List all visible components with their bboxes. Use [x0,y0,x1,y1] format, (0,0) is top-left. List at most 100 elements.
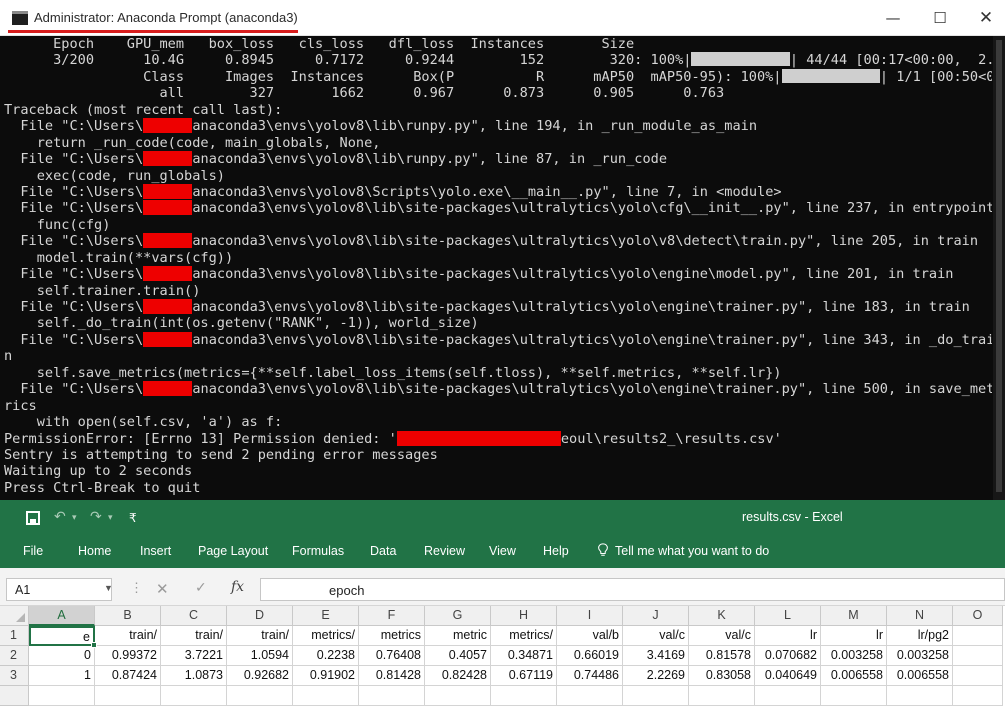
grid-cell[interactable]: metric [425,626,491,646]
column-header[interactable]: O [953,606,1003,626]
grid-cell[interactable]: val/b [557,626,623,646]
tab-review[interactable]: Review [424,544,465,558]
grid-cell[interactable]: 0.66019 [557,646,623,666]
column-header[interactable]: N [887,606,953,626]
enter-icon[interactable]: ✓ [195,580,207,596]
column-header[interactable]: K [689,606,755,626]
grid-cell[interactable]: lr/pg2 [887,626,953,646]
grid-cell[interactable]: lr [821,626,887,646]
row-header[interactable] [0,686,29,706]
save-icon[interactable] [26,511,40,525]
minimize-button[interactable]: — [870,6,916,30]
tab-insert[interactable]: Insert [140,544,171,558]
grid-cell[interactable]: 1 [29,666,95,686]
column-header[interactable]: I [557,606,623,626]
grid-cell[interactable]: lr [755,626,821,646]
chevron-down-icon[interactable]: ▼ [104,583,113,593]
grid-cell[interactable]: 0.81578 [689,646,755,666]
grid-cell[interactable]: 0.2238 [293,646,359,666]
grid-cell[interactable]: 0.99372 [95,646,161,666]
row-header[interactable]: 1 [0,626,29,646]
column-header[interactable]: B [95,606,161,626]
grid-cell[interactable] [227,686,293,706]
grid-cell[interactable]: train/ [161,626,227,646]
row-header[interactable]: 2 [0,646,29,666]
grid-cell[interactable]: val/c [623,626,689,646]
console-scrollbar-thumb[interactable] [996,40,1002,492]
spreadsheet-grid[interactable]: A B C D E F G H I J K L M N O 1 e train/train/train/metri… [0,606,1005,706]
name-box[interactable]: A1 ▼ [6,578,113,601]
grid-cell[interactable] [359,686,425,706]
tab-view[interactable]: View [489,544,516,558]
grid-cell[interactable]: 0 [29,646,95,666]
grid-cell[interactable] [293,686,359,706]
tab-formulas[interactable]: Formulas [292,544,344,558]
grid-cell[interactable] [425,686,491,706]
column-header[interactable]: E [293,606,359,626]
grid-cell[interactable]: 0.006558 [821,666,887,686]
column-header[interactable]: H [491,606,557,626]
formula-input[interactable]: epoch [260,578,1005,601]
grid-cell[interactable] [29,686,95,706]
grid-cell[interactable] [689,686,755,706]
grid-cell[interactable] [161,686,227,706]
tab-data[interactable]: Data [370,544,396,558]
grid-cell[interactable]: 1.0594 [227,646,293,666]
grid-cell[interactable] [755,686,821,706]
grid-cell[interactable]: 0.81428 [359,666,425,686]
grid-cell[interactable] [887,686,953,706]
select-all-corner[interactable] [0,606,29,626]
grid-cell[interactable]: 0.4057 [425,646,491,666]
grid-cell[interactable]: metrics/ [293,626,359,646]
grid-cell[interactable]: train/ [95,626,161,646]
fill-handle[interactable] [91,642,97,648]
grid-cell[interactable]: 0.006558 [887,666,953,686]
grid-cell[interactable]: 0.34871 [491,646,557,666]
grid-cell[interactable]: 0.003258 [821,646,887,666]
column-header[interactable]: C [161,606,227,626]
grid-cell[interactable]: 0.67119 [491,666,557,686]
undo-icon[interactable]: ↶ [54,509,66,525]
column-header[interactable]: G [425,606,491,626]
tab-file[interactable]: File [23,544,43,558]
grid-cell[interactable]: 0.74486 [557,666,623,686]
grid-cell[interactable]: 1.0873 [161,666,227,686]
grid-cell[interactable]: 0.92682 [227,666,293,686]
grid-cell[interactable]: val/c [689,626,755,646]
row-header[interactable]: 3 [0,666,29,686]
grid-cell[interactable]: 0.040649 [755,666,821,686]
console-output[interactable]: Epoch GPU_mem box_loss cls_loss dfl_loss… [4,36,992,500]
grid-cell[interactable] [491,686,557,706]
grid-cell[interactable] [953,626,1003,646]
grid-cell[interactable] [821,686,887,706]
column-header[interactable]: M [821,606,887,626]
grid-cell[interactable]: train/ [227,626,293,646]
grid-cell[interactable] [953,646,1003,666]
lightbulb-icon[interactable] [597,543,609,557]
grid-cell[interactable] [953,666,1003,686]
console-scrollbar[interactable] [993,36,1005,500]
grid-cell[interactable]: 0.87424 [95,666,161,686]
close-button[interactable]: ✕ [963,6,1005,30]
maximize-button[interactable]: ☐ [917,6,963,30]
tab-help[interactable]: Help [543,544,569,558]
grid-cell[interactable]: 3.4169 [623,646,689,666]
grid-cell[interactable]: 2.2269 [623,666,689,686]
tab-home[interactable]: Home [78,544,111,558]
grid-cell[interactable]: 0.82428 [425,666,491,686]
grid-cell[interactable]: 0.91902 [293,666,359,686]
column-header[interactable]: L [755,606,821,626]
grid-cell[interactable]: metrics [359,626,425,646]
cancel-icon[interactable]: ✕ [156,580,169,598]
column-header[interactable]: A [29,606,95,626]
insert-function-icon[interactable]: fx [231,579,244,595]
column-header[interactable]: J [623,606,689,626]
grid-cell[interactable]: 0.070682 [755,646,821,666]
grid-cell[interactable]: 0.003258 [887,646,953,666]
redo-dropdown-icon[interactable]: ▾ [108,513,113,523]
grid-cell[interactable] [953,686,1003,706]
tell-me-search[interactable]: Tell me what you want to do [615,544,769,558]
undo-dropdown-icon[interactable]: ▾ [72,513,77,523]
grid-cell[interactable]: metrics/ [491,626,557,646]
column-header[interactable]: F [359,606,425,626]
